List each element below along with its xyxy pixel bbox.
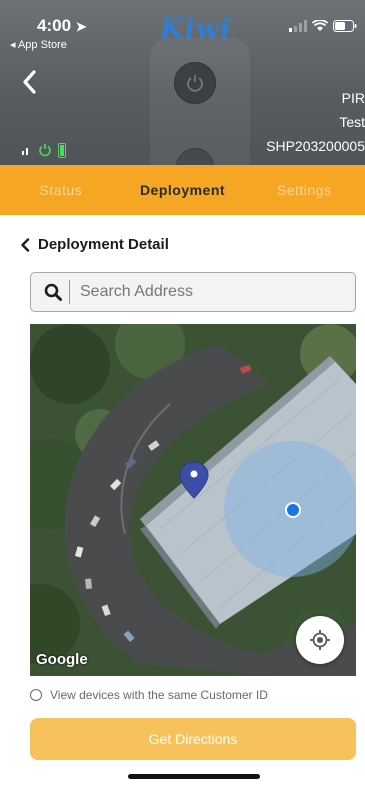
device-header: 4:00 ➤ ◂ App Store Kiwi PIR Test SHP2032… [0,0,365,165]
same-customer-option[interactable]: View devices with the same Customer ID [30,688,268,702]
home-indicator[interactable] [128,774,260,779]
battery-icon [333,20,357,32]
page-title-row[interactable]: Deployment Detail [20,236,169,253]
tab-settings[interactable]: Settings [243,165,365,215]
device-mini-status [22,142,66,158]
status-time: 4:00 ➤ [37,16,87,35]
brand-logo: Kiwi [160,14,232,45]
chevron-left-icon[interactable] [20,237,30,252]
signal-icon [22,148,28,155]
back-chevron-icon[interactable] [22,70,36,94]
device-label: Test [339,114,365,130]
power-button[interactable] [174,62,216,104]
power-status-icon [39,144,51,157]
location-arrow-icon: ➤ [75,19,87,34]
same-customer-checkbox[interactable] [30,689,42,701]
page-title: Deployment Detail [38,236,169,253]
same-customer-label: View devices with the same Customer ID [50,688,268,702]
back-to-app-store[interactable]: ◂ App Store [10,38,67,51]
tab-status[interactable]: Status [0,165,122,215]
tab-bar: Status Deployment Settings [0,165,365,215]
my-location-button[interactable] [296,616,344,664]
device-name: PIR [341,90,365,106]
search-icon [37,283,69,301]
blue-dot-icon [285,502,301,518]
wifi-icon [312,20,328,31]
device-info: PIR Test SHP203200005 [266,86,365,158]
get-directions-button[interactable]: Get Directions [30,718,356,760]
battery-level-icon [58,143,66,158]
address-search-bar[interactable] [30,272,356,312]
power-icon [187,75,203,92]
map-attribution: Google [36,651,88,668]
device-serial: SHP203200005 [266,138,365,154]
my-location-icon [310,630,330,650]
cellular-signal-icon [289,20,307,32]
search-input[interactable] [70,282,342,302]
tab-deployment[interactable]: Deployment [122,165,244,215]
system-status-icons [289,20,357,32]
